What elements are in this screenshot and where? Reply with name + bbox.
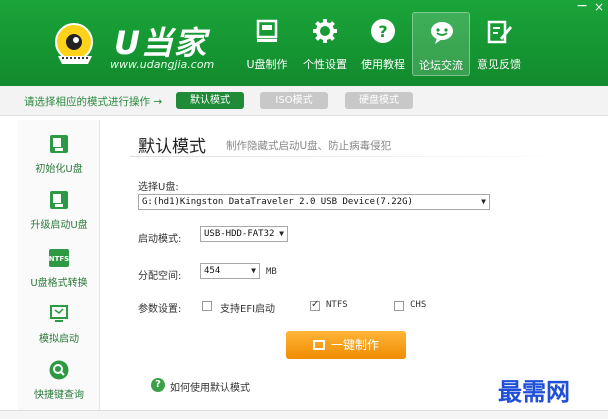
alloc-space-value: 454 (204, 266, 221, 276)
boot-mode-select[interactable]: USB-HDD-FAT32 ▼ (200, 226, 288, 242)
minimize-button[interactable]: − (576, 0, 588, 14)
title-divider (130, 156, 576, 157)
usb-drive-icon (256, 19, 278, 42)
chevron-down-icon: ▼ (481, 197, 486, 206)
alloc-space-label: 分配空间: (138, 271, 182, 282)
top-nav: U盘制作 个性设置 ? 使用教程 论坛交流 意见反馈 (238, 12, 528, 76)
usb-device-value: G:(hd1)Kingston DataTraveler 2.0 USB Dev… (142, 197, 413, 207)
watermark-text: 最需网 (498, 377, 570, 406)
app-logo: U当家 www.udangjia.com (52, 18, 222, 74)
usb-device-select[interactable]: G:(hd1)Kingston DataTraveler 2.0 USB Dev… (138, 194, 490, 210)
main-panel: 默认模式 制作隐藏式启动U盘、防止病毒侵犯 选择U盘: G:(hd1)Kings… (116, 120, 596, 410)
edit-icon (487, 20, 512, 44)
sidebar-item-format-convert[interactable]: NTFS U盘格式转换 (18, 244, 100, 300)
chevron-down-icon: ▼ (251, 266, 256, 275)
chs-label: CHS (410, 300, 427, 310)
nav-tutorial[interactable]: ? 使用教程 (354, 12, 412, 76)
help-link-text: 如何使用默认模式 (170, 383, 250, 394)
logo-url: www.udangjia.com (110, 58, 215, 71)
boot-mode-value: USB-HDD-FAT32 (204, 229, 275, 239)
sidebar-item-simulate-boot[interactable]: 模拟启动 (18, 300, 100, 356)
mode-hint: 请选择相应的模式进行操作 → (24, 96, 163, 108)
nav-usb-make[interactable]: U盘制作 (238, 12, 296, 76)
sidebar-item-upgrade-usb[interactable]: 升级启动U盘 (18, 186, 100, 242)
tab-iso-mode[interactable]: ISO模式 (260, 92, 328, 109)
sidebar-item-label: U盘格式转换 (30, 278, 88, 289)
chat-bubble-icon (431, 22, 453, 44)
nav-forum[interactable]: 论坛交流 (412, 12, 470, 76)
efi-label: 支持EFI启动 (220, 304, 276, 315)
nav-settings[interactable]: 个性设置 (296, 12, 354, 76)
app-header: U当家 www.udangjia.com U盘制作 个性设置 ? 使用教程 论坛… (0, 0, 608, 86)
gear-icon (313, 19, 337, 43)
chs-checkbox[interactable] (394, 301, 404, 311)
monitor-icon (50, 305, 68, 322)
page-subtitle: 制作隐藏式启动U盘、防止病毒侵犯 (226, 140, 392, 152)
ntfs-checkbox[interactable] (310, 299, 320, 311)
sidebar-item-label: 初始化U盘 (35, 164, 83, 175)
chevron-down-icon: ▼ (279, 229, 284, 238)
page-title: 默认模式 (138, 137, 206, 157)
select-usb-label: 选择U盘: (138, 182, 179, 193)
nav-label: 意见反馈 (477, 58, 521, 71)
nav-feedback[interactable]: 意见反馈 (470, 12, 528, 76)
ntfs-label: NTFS (326, 300, 348, 310)
mode-bar: 请选择相应的模式进行操作 → 默认模式 ISO模式 硬盘模式 (0, 86, 608, 116)
ntfs-icon-text: NTFS (49, 255, 69, 263)
efi-checkbox[interactable] (202, 301, 212, 311)
question-icon: ? (371, 19, 395, 43)
svg-text:?: ? (378, 22, 387, 41)
sidebar-item-init-usb[interactable]: 初始化U盘 (18, 130, 100, 186)
one-click-make-button[interactable]: 一键制作 (286, 331, 406, 359)
tab-hdd-mode[interactable]: 硬盘模式 (345, 92, 413, 109)
usb-init-icon (50, 135, 68, 153)
ntfs-icon: NTFS (49, 249, 69, 267)
sidebar-item-label: 快捷键查询 (34, 390, 84, 401)
sidebar-item-hotkey-lookup[interactable]: 快捷键查询 (18, 356, 100, 412)
make-button-label: 一键制作 (330, 338, 379, 352)
usb-drive-icon (312, 340, 325, 350)
status-strip (0, 410, 608, 419)
alloc-unit: MB (266, 267, 277, 277)
sidebar-item-label: 升级启动U盘 (30, 220, 88, 231)
tab-default-mode[interactable]: 默认模式 (176, 92, 244, 109)
params-label: 参数设置: (138, 304, 182, 315)
sidebar: 初始化U盘 升级启动U盘 NTFS U盘格式转换 模拟启动 快捷键查询 (18, 120, 100, 410)
sidebar-item-label: 模拟启动 (39, 334, 79, 345)
logo-emblem-icon (55, 23, 93, 64)
boot-mode-label: 启动模式: (138, 234, 182, 245)
alloc-space-select[interactable]: 454 ▼ (200, 263, 260, 279)
close-button[interactable]: × (594, 0, 604, 14)
usb-upgrade-icon (50, 191, 68, 209)
search-icon (49, 360, 69, 380)
help-icon: ? (151, 378, 165, 392)
